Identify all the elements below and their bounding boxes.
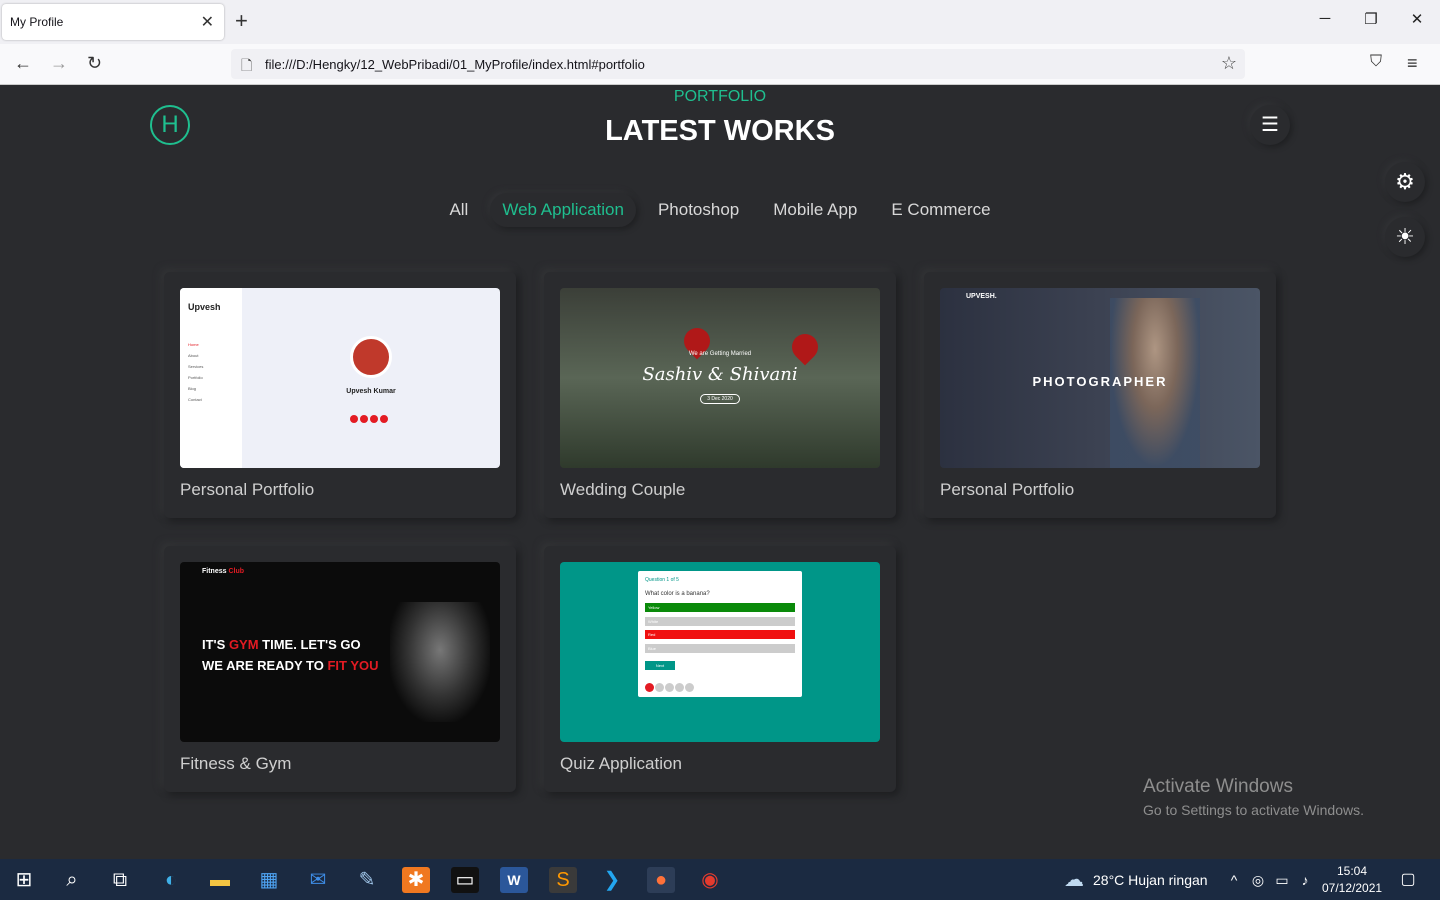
thumb-brand: Fitness Club (202, 568, 245, 575)
thumb-script-title: Sashiv & Shivani (642, 364, 798, 385)
card-title: Wedding Couple (560, 480, 686, 499)
tab-close-icon[interactable]: ✕ (201, 12, 214, 32)
thumb-brand: Upvesh (188, 302, 221, 312)
portfolio-thumbnail[interactable]: Upvesh Home About Services Portfolio Blo… (180, 288, 500, 468)
thumb-menu-item: Home (188, 342, 199, 347)
firefox-icon[interactable]: ● (647, 867, 675, 893)
thumb-sidebar: Upvesh Home About Services Portfolio Blo… (180, 288, 242, 468)
app-menu-icon[interactable]: ≡ (1407, 53, 1418, 74)
task-view-icon[interactable]: ⧉ (106, 867, 134, 893)
browser-tab[interactable]: My Profile ✕ (2, 4, 224, 40)
thumb-menu-item: Blog (188, 386, 197, 391)
card-title: Personal Portfolio (180, 480, 315, 499)
terminal-icon[interactable]: ▭ (451, 867, 479, 893)
card-title: Fitness & Gym (180, 754, 292, 773)
page-icon: 🗋 (241, 57, 253, 73)
search-icon[interactable]: ⌕ (58, 867, 86, 893)
file-explorer-icon[interactable]: ▬ (206, 867, 234, 893)
pocket-icon[interactable]: ⛉ (1370, 53, 1382, 71)
thumb-headline: IT'S GYM TIME. LET'S GO WE ARE READY TO … (202, 637, 379, 673)
portfolio-thumbnail[interactable]: Fitness Club IT'S GYM TIME. LET'S GO WE … (180, 562, 500, 742)
section-label: PORTFOLIO (673, 88, 767, 105)
sublime-icon[interactable]: S (549, 867, 577, 893)
section-title: LATEST WORKS (605, 115, 835, 147)
mail-icon[interactable]: ✉ (304, 867, 332, 893)
thumb-menu-item: Portfolio (188, 375, 203, 380)
card-title: Quiz Application (560, 754, 682, 773)
notification-icon[interactable]: ▢ (1394, 867, 1422, 893)
balloon-icon (786, 328, 824, 366)
xampp-icon[interactable]: ✱ (402, 867, 430, 893)
volume-icon[interactable]: ♪ (1291, 867, 1319, 893)
portfolio-card[interactable]: We are Getting Married Sashiv & Shivani … (544, 272, 896, 518)
filter-web-application[interactable]: Web Application (490, 193, 636, 227)
restore-button[interactable]: ❐ (1356, 10, 1386, 28)
filter-all[interactable]: All (437, 193, 480, 227)
chrome-icon[interactable]: ◉ (696, 867, 724, 893)
portfolio-card[interactable]: UPVESH. PHOTOGRAPHER Personal Portfolio (924, 272, 1276, 518)
thumb-social-icons (350, 410, 394, 423)
thumb-photo (390, 602, 490, 722)
thumb-menu-item: Contact (188, 397, 202, 402)
close-window-button[interactable]: ✕ (1402, 10, 1432, 28)
card-title: Personal Portfolio (940, 480, 1075, 499)
portfolio-filters: All Web Application Photoshop Mobile App… (0, 193, 1440, 227)
address-bar[interactable]: 🗋 file:///D:/Hengky/12_WebPribadi/01_MyP… (231, 49, 1245, 79)
thumb-headline: PHOTOGRAPHER (1032, 374, 1168, 389)
thumb-quiz-box: Question 1 of 5 What color is a banana? … (638, 571, 802, 697)
weather-text[interactable]: 28°C Hujan ringan (1093, 872, 1208, 888)
portfolio-thumbnail[interactable]: Question 1 of 5 What color is a banana? … (560, 562, 880, 742)
browser-tabbar: My Profile ✕ + ─ ❐ ✕ (0, 0, 1440, 44)
vscode-icon[interactable]: ❯ (598, 867, 626, 893)
windows-activation-watermark: Activate Windows Go to Settings to activ… (1143, 776, 1364, 818)
filter-mobile-app[interactable]: Mobile App (761, 193, 869, 227)
portfolio-card[interactable]: Upvesh Home About Services Portfolio Blo… (164, 272, 516, 518)
store-icon[interactable]: ▦ (255, 867, 283, 893)
url-text[interactable]: file:///D:/Hengky/12_WebPribadi/01_MyPro… (265, 57, 645, 72)
thumb-avatar (350, 336, 392, 378)
forward-arrow-icon[interactable]: → (50, 53, 68, 74)
word-icon[interactable]: W (500, 867, 528, 893)
bookmark-star-icon[interactable]: ☆ (1221, 53, 1237, 74)
thumb-subtitle: We are Getting Married (688, 351, 752, 357)
clock[interactable]: 15:04 07/12/2021 (1322, 863, 1382, 897)
thumb-brand: UPVESH. (966, 293, 997, 300)
portfolio-thumbnail[interactable]: We are Getting Married Sashiv & Shivani … (560, 288, 880, 468)
paint-icon[interactable]: ✎ (353, 867, 381, 893)
portfolio-page: H PORTFOLIO LATEST WORKS ☰ ⚙ ☀ All Web A… (0, 85, 1440, 859)
windows-taskbar: ⊞ ⌕ ⧉ ◐ ▬ ▦ ✉ ✎ ✱ ▭ W S ❯ ● ◉ ☁ 28°C Huj… (0, 859, 1440, 900)
portfolio-card[interactable]: Question 1 of 5 What color is a banana? … (544, 546, 896, 792)
thumb-name: Upvesh Kumar (346, 388, 396, 395)
hamburger-menu-icon[interactable]: ☰ (1250, 105, 1290, 145)
browser-navbar: ← → ↻ 🗋 file:///D:/Hengky/12_WebPribadi/… (0, 44, 1440, 85)
thumb-menu-item: Services (188, 364, 204, 369)
thumb-date: 3 Dec 2020 (700, 394, 740, 404)
edge-icon[interactable]: ◐ (157, 867, 185, 893)
weather-icon[interactable]: ☁ (1060, 867, 1088, 893)
portfolio-thumbnail[interactable]: UPVESH. PHOTOGRAPHER (940, 288, 1260, 468)
minimize-button[interactable]: ─ (1310, 10, 1340, 27)
new-tab-button[interactable]: + (235, 9, 248, 33)
windows-start-icon[interactable]: ⊞ (10, 867, 38, 893)
filter-e-commerce[interactable]: E Commerce (879, 193, 1002, 227)
back-arrow-icon[interactable]: ← (14, 53, 32, 74)
reload-icon[interactable]: ↻ (87, 53, 102, 74)
portfolio-card[interactable]: Fitness Club IT'S GYM TIME. LET'S GO WE … (164, 546, 516, 792)
filter-photoshop[interactable]: Photoshop (646, 193, 751, 227)
thumb-menu-item: About (188, 353, 199, 358)
tab-title: My Profile (10, 15, 64, 29)
